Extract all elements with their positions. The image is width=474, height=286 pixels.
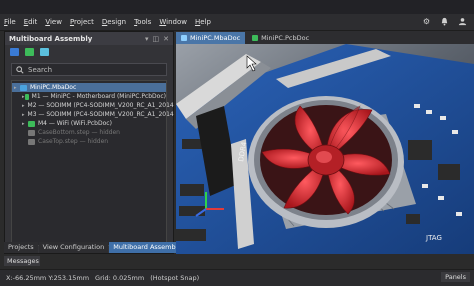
panels-button[interactable]: Panels <box>441 272 470 282</box>
module-icon <box>28 129 35 136</box>
status-bar: X:-66.25mm Y:253.15mm Grid: 0.025mm (Hot… <box>0 269 474 286</box>
module-icon <box>25 93 29 100</box>
3d-viewport[interactable]: DDR4 JTAG <box>176 44 474 254</box>
pin-icon[interactable]: ◫ <box>153 35 160 43</box>
menu-view[interactable]: View <box>41 18 66 26</box>
menu-bar: File Edit View Project Design Tools Wind… <box>0 14 474 31</box>
menu-project[interactable]: Project <box>66 18 98 26</box>
tree-item[interactable]: CaseTop.step — hidden <box>12 137 166 146</box>
assembly-icon <box>20 84 27 91</box>
grid-size: Grid: 0.025mm <box>95 274 145 282</box>
tree-item[interactable]: ▸ MiniPC.MbaDoc <box>12 83 166 92</box>
search-box[interactable]: Search <box>11 63 167 76</box>
tree-item[interactable]: ▸ M4 — WiFi (WiFi.PcbDoc) <box>12 119 166 128</box>
tab-multiboard-assembly[interactable]: Multiboard Assembly <box>109 242 186 253</box>
pcb-3d-render: DDR4 JTAG <box>176 44 474 254</box>
tree-item-label: M3 — SODIMM (PC4-SODIMM_V200_RC_A1_2014 <box>27 111 174 118</box>
menu-file[interactable]: File <box>0 18 20 26</box>
menu-edit[interactable]: Edit <box>20 18 42 26</box>
panel-title: Multiboard Assembly <box>9 34 93 43</box>
tab-projects[interactable]: Projects <box>4 242 38 253</box>
close-icon[interactable]: ✕ <box>163 35 169 43</box>
jtag-label: JTAG <box>425 234 442 242</box>
panel-header: Multiboard Assembly ▾ ◫ ✕ <box>5 32 173 45</box>
doc-tab-mbadoc[interactable]: MiniPC.MbaDoc <box>176 32 246 44</box>
messages-tab[interactable]: Messages <box>4 256 40 266</box>
doc-tab-label: MiniPC.MbaDoc <box>190 34 241 42</box>
tree-item-label: M1 — MiniPC - Motherboard (MiniPC.PcbDoc… <box>31 93 166 100</box>
add-module-icon[interactable] <box>25 47 34 56</box>
panel-menu-icon[interactable]: ▾ <box>145 35 149 43</box>
snap-mode: (Hotspot Snap) <box>150 274 200 282</box>
tree-item[interactable]: ▸ M1 — MiniPC - Motherboard (MiniPC.PcbDo… <box>12 92 166 101</box>
pcbdoc-icon <box>252 35 259 41</box>
tree-item-label: M2 — SODIMM (PC4-SODIMM_V200_RC_A1_2014 <box>27 102 174 109</box>
menu-tools[interactable]: Tools <box>130 18 155 26</box>
panel-toolbar <box>5 45 173 58</box>
gear-icon[interactable]: ⚙ <box>421 16 432 27</box>
module-icon <box>28 120 35 127</box>
cursor-coordinates: X:-66.25mm Y:253.15mm <box>6 274 90 282</box>
tree-item[interactable]: ▸ M2 — SODIMM (PC4-SODIMM_V200_RC_A1_2014 <box>12 101 174 110</box>
title-strip <box>0 0 474 14</box>
tree-item-label: CaseBottom.step — hidden <box>38 129 120 136</box>
search-input[interactable]: Search <box>28 66 52 74</box>
multiboard-assembly-panel: Multiboard Assembly ▾ ◫ ✕ Search ▸ MiniPC… <box>4 31 174 254</box>
menu-design[interactable]: Design <box>98 18 130 26</box>
expand-caret-icon[interactable]: ▸ <box>22 112 25 118</box>
assembly-tree: ▸ MiniPC.MbaDoc ▸ M1 — MiniPC - Motherboard… <box>11 80 174 246</box>
tree-item[interactable]: ▸ M3 — SODIMM (PC4-SODIMM_V200_RC_A1_2014 <box>12 110 174 119</box>
document-tabs: MiniPC.MbaDoc MiniPC.PcbDoc <box>176 31 474 44</box>
tree-item[interactable]: CaseBottom.step — hidden <box>12 128 166 137</box>
refresh-icon[interactable] <box>40 47 49 56</box>
doc-tab-label: MiniPC.PcbDoc <box>261 34 310 42</box>
user-icon[interactable] <box>457 16 468 27</box>
menu-window[interactable]: Window <box>155 18 191 26</box>
expand-caret-icon[interactable]: ▸ <box>22 103 25 109</box>
menu-help[interactable]: Help <box>191 18 215 26</box>
tree-item-label: M4 — WiFi (WiFi.PcbDoc) <box>38 120 112 127</box>
panel-tabs: Projects View Configuration Multiboard A… <box>4 242 186 253</box>
bell-icon[interactable] <box>439 16 450 27</box>
cooling-fan <box>260 105 392 215</box>
mbadoc-icon <box>181 35 187 41</box>
tree-item-label: MiniPC.MbaDoc <box>30 84 77 91</box>
search-icon <box>16 65 24 74</box>
module-icon <box>28 138 35 145</box>
doc-tab-pcbdoc[interactable]: MiniPC.PcbDoc <box>247 32 314 44</box>
tree-item-label: CaseTop.step — hidden <box>38 138 109 145</box>
import-icon[interactable] <box>10 47 19 56</box>
tab-view-configuration[interactable]: View Configuration <box>38 242 109 253</box>
